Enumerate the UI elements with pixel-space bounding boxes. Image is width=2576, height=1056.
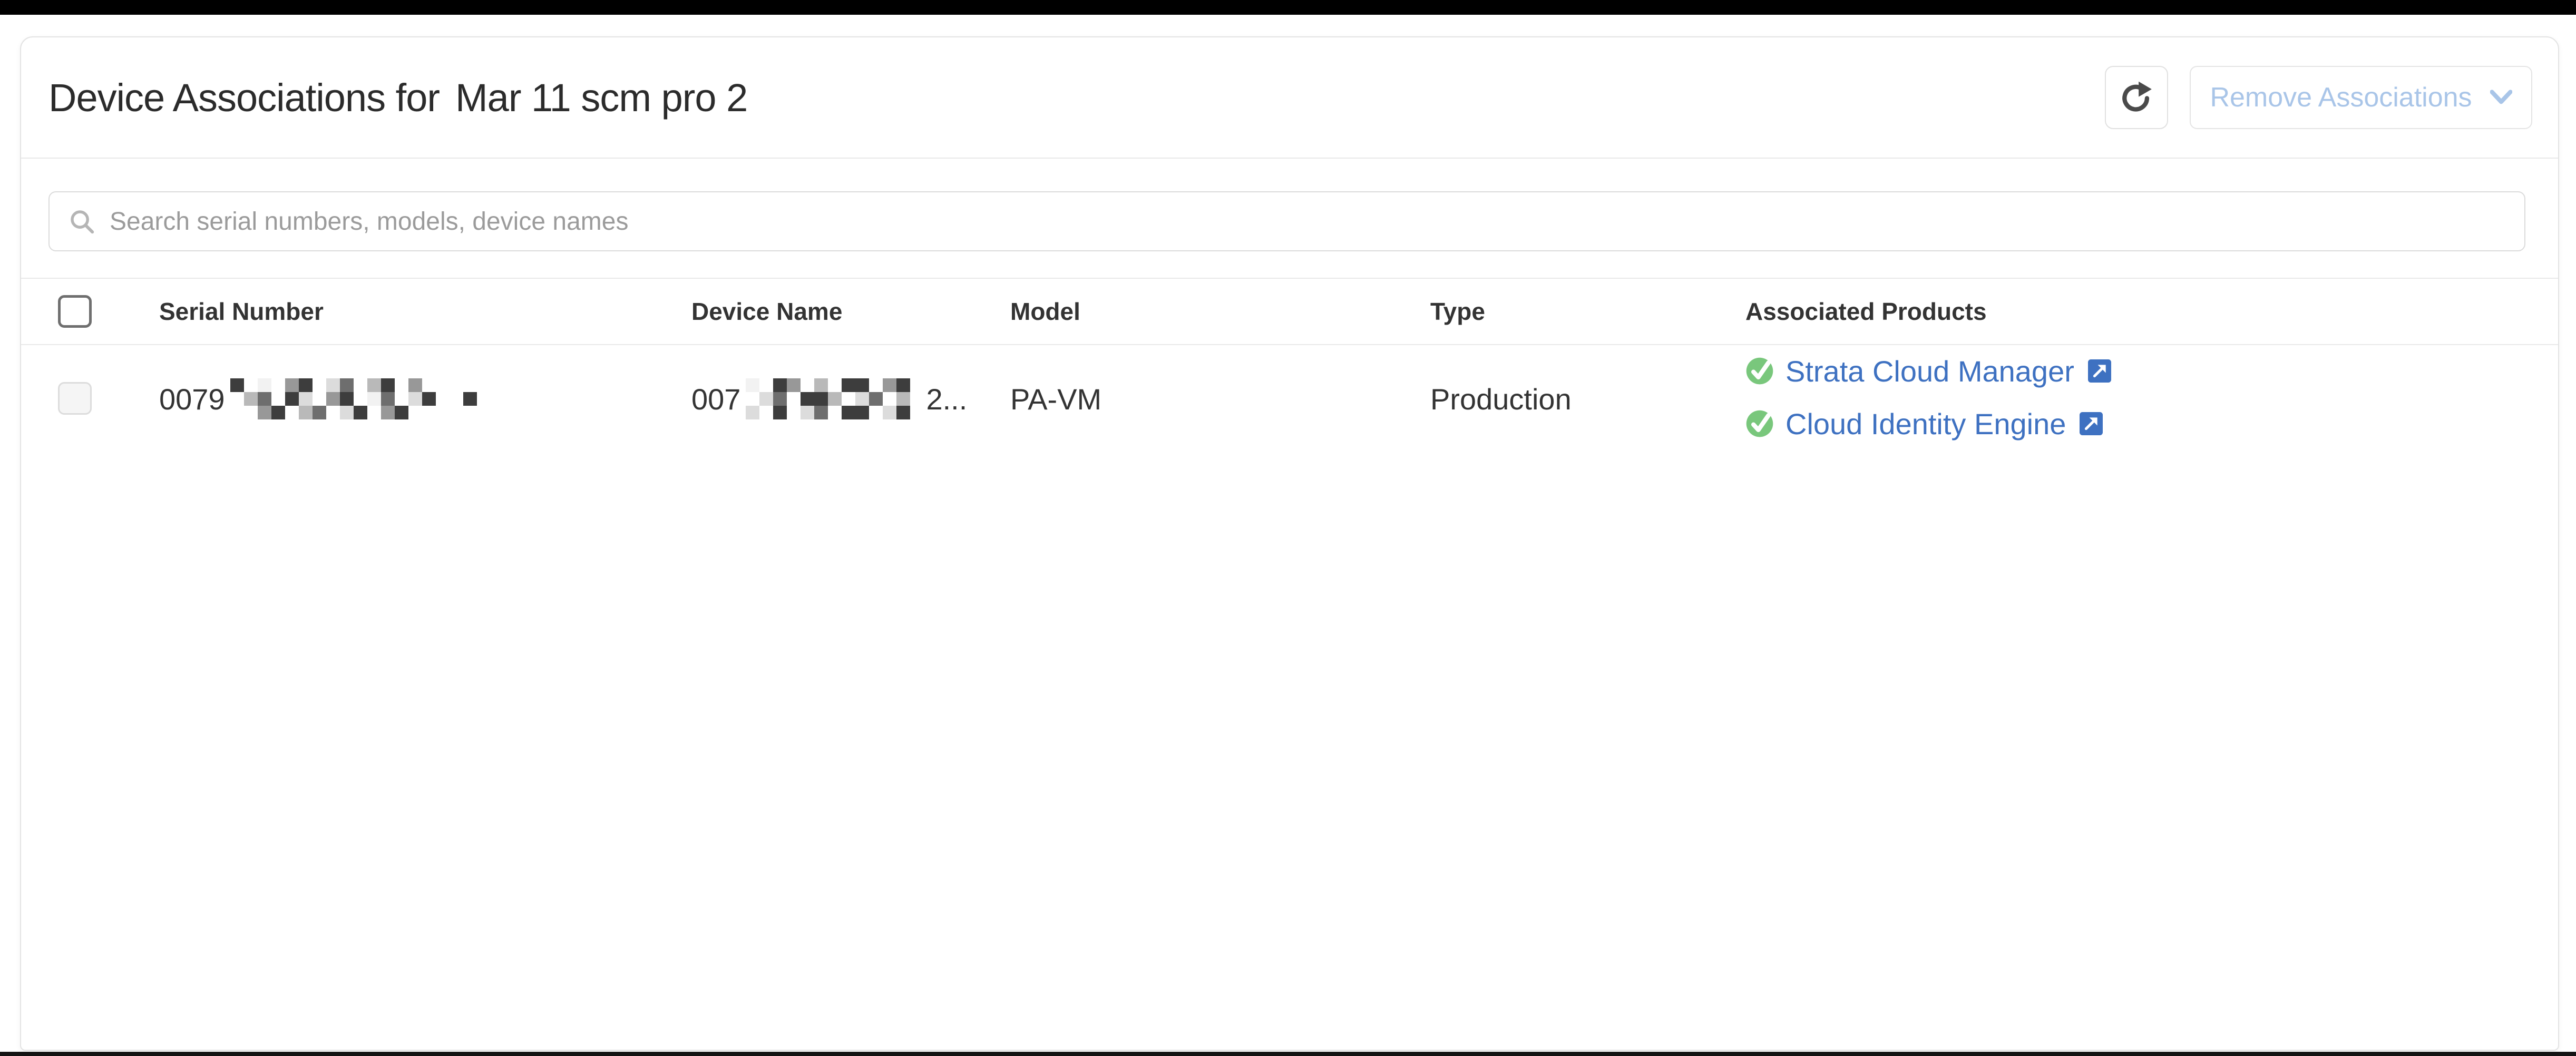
window-chrome-bottom xyxy=(0,1052,2576,1056)
device-name-redacted-pixels xyxy=(746,378,924,419)
remove-associations-label: Remove Associations xyxy=(2210,82,2472,113)
associated-products-cell: Strata Cloud Manager Cloud Identity Engi… xyxy=(1745,347,2111,447)
title-row: Device Associations for Mar 11 scm pro 2… xyxy=(21,37,2558,158)
page-title-prefix: Device Associations for xyxy=(48,75,440,120)
page-title-device-name: Mar 11 scm pro 2 xyxy=(455,75,747,120)
device-name-cell: 007 2... xyxy=(691,345,967,453)
serial-number-cell: 0079 xyxy=(159,345,477,453)
page-title: Device Associations for Mar 11 scm pro 2 xyxy=(48,37,747,158)
device-name-truncation: 2... xyxy=(926,382,967,416)
device-associations-panel: Device Associations for Mar 11 scm pro 2… xyxy=(20,36,2559,1051)
associated-check-icon xyxy=(1745,357,1774,385)
search-input[interactable] xyxy=(110,198,2509,245)
chevron-down-icon xyxy=(2490,90,2512,105)
associated-check-icon xyxy=(1745,409,1774,438)
device-name-visible-prefix: 007 xyxy=(691,382,740,416)
refresh-button[interactable] xyxy=(2105,66,2168,129)
search-icon xyxy=(67,207,96,236)
column-header-device-name[interactable]: Device Name xyxy=(691,279,842,344)
associated-product: Strata Cloud Manager xyxy=(1745,347,2111,395)
type-cell: Production xyxy=(1430,345,1572,453)
remove-associations-button[interactable]: Remove Associations xyxy=(2190,66,2532,129)
select-all-checkbox[interactable] xyxy=(58,295,92,328)
column-header-serial-number[interactable]: Serial Number xyxy=(159,279,324,344)
serial-number-visible: 0079 xyxy=(159,382,225,416)
divider-under-title xyxy=(21,158,2558,159)
window-chrome-top xyxy=(0,0,2576,15)
search-box xyxy=(48,191,2525,251)
table-row[interactable]: 0079 007 2... PA-VM Production Strata Cl… xyxy=(21,345,2558,466)
screen: Device Associations for Mar 11 scm pro 2… xyxy=(0,0,2576,1056)
table-header-row: Serial Number Device Name Model Type Ass… xyxy=(21,279,2558,344)
product-link-cloud-identity-engine[interactable]: Cloud Identity Engine xyxy=(1785,407,2066,441)
refresh-icon xyxy=(2119,80,2154,115)
associated-product: Cloud Identity Engine xyxy=(1745,400,2111,447)
column-header-type[interactable]: Type xyxy=(1430,279,1485,344)
external-link-icon[interactable] xyxy=(2080,412,2103,435)
column-header-associated-products[interactable]: Associated Products xyxy=(1745,279,1987,344)
row-checkbox[interactable] xyxy=(58,382,92,415)
product-link-strata-cloud-manager[interactable]: Strata Cloud Manager xyxy=(1785,354,2074,388)
model-cell: PA-VM xyxy=(1010,345,1101,453)
column-header-model[interactable]: Model xyxy=(1010,279,1080,344)
serial-number-redacted-pixels xyxy=(230,378,477,419)
external-link-icon[interactable] xyxy=(2088,359,2111,383)
